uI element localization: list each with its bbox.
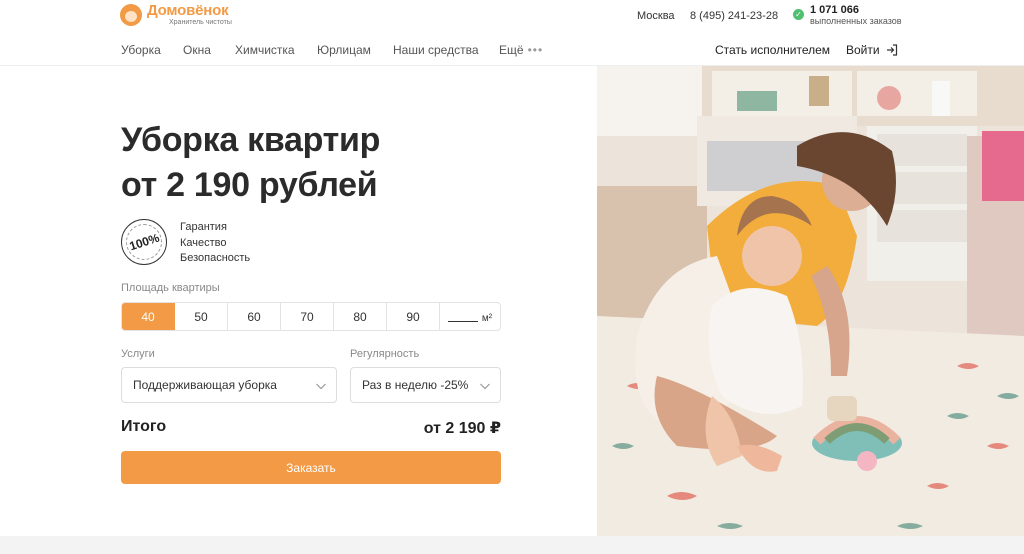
- login-button[interactable]: Войти: [846, 43, 898, 57]
- area-option-40[interactable]: 40: [122, 303, 175, 330]
- area-option-70[interactable]: 70: [281, 303, 334, 330]
- logo-name: Домовёнок: [147, 2, 229, 19]
- guarantee-badge-icon: 100%: [121, 219, 167, 265]
- orders-count: 1 071 066: [810, 4, 859, 16]
- area-unit: м²: [481, 313, 493, 324]
- city-selector[interactable]: Москва: [637, 10, 675, 22]
- badge-text: 100%: [127, 230, 161, 254]
- services-value: Поддерживающая уборка: [133, 378, 277, 392]
- total-value: от 2 190 ₽: [423, 420, 501, 437]
- mother-child-illustration: [597, 66, 1024, 536]
- top-bar: Домовёнок Хранитель чистоты Москва 8 (49…: [0, 0, 1024, 34]
- page-title: Уборка квартир от 2 190 рублей: [121, 118, 380, 208]
- chevron-down-icon: [316, 383, 326, 390]
- orders-counter: ✓ 1 071 066 выполненных заказов: [793, 4, 902, 26]
- nav-item-cleaning[interactable]: Уборка: [121, 43, 161, 57]
- main-nav: Уборка Окна Химчистка Юрлицам Наши средс…: [0, 34, 1024, 66]
- nav-more-label: Ещё: [499, 43, 524, 57]
- footer-strip: [0, 536, 1024, 554]
- features-list: Гарантия Качество Безопасность: [180, 220, 250, 267]
- logo-mascot-icon: [120, 3, 142, 26]
- area-option-60[interactable]: 60: [228, 303, 281, 330]
- area-custom-input[interactable]: м²: [440, 303, 500, 330]
- orders-label: выполненных заказов: [810, 15, 902, 26]
- title-line-2: от 2 190 рублей: [121, 166, 378, 204]
- feature-quality: Качество: [180, 236, 227, 249]
- feature-guarantee: Гарантия: [180, 221, 227, 233]
- nav-item-business[interactable]: Юрлицам: [317, 43, 371, 57]
- area-option-80[interactable]: 80: [334, 303, 387, 330]
- phone-link[interactable]: 8 (495) 241-23-28: [690, 10, 778, 22]
- regularity-label: Регулярность: [350, 348, 420, 360]
- title-line-1: Уборка квартир: [121, 121, 381, 159]
- login-label: Войти: [846, 43, 880, 57]
- nav-item-dry-cleaning[interactable]: Химчистка: [235, 43, 295, 57]
- become-performer-link[interactable]: Стать исполнителем: [715, 43, 830, 57]
- nav-item-more[interactable]: Ещё •••: [499, 43, 543, 57]
- total-label: Итого: [121, 418, 167, 435]
- more-dots-icon: •••: [527, 43, 544, 57]
- login-icon: [886, 44, 897, 56]
- area-option-90[interactable]: 90: [387, 303, 440, 330]
- logo-tagline: Хранитель чистоты: [169, 19, 232, 26]
- chevron-down-icon: [480, 383, 490, 390]
- feature-safety: Безопасность: [180, 252, 251, 264]
- nav-item-products[interactable]: Наши средства: [393, 43, 479, 57]
- services-select[interactable]: Поддерживающая уборка: [121, 367, 337, 403]
- logo[interactable]: Домовёнок Хранитель чистоты: [120, 3, 232, 26]
- area-selector: 40 50 60 70 80 90 м²: [121, 302, 501, 331]
- check-icon: ✓: [793, 9, 804, 20]
- services-label: Услуги: [121, 348, 155, 360]
- regularity-value: Раз в неделю -25%: [362, 378, 469, 392]
- regularity-select[interactable]: Раз в неделю -25%: [350, 367, 501, 403]
- order-button[interactable]: Заказать: [121, 451, 501, 484]
- area-custom-field[interactable]: [447, 321, 478, 322]
- hero-photo: [597, 66, 1024, 536]
- area-option-50[interactable]: 50: [175, 303, 228, 330]
- nav-item-windows[interactable]: Окна: [183, 43, 211, 57]
- area-label: Площадь квартиры: [121, 282, 220, 294]
